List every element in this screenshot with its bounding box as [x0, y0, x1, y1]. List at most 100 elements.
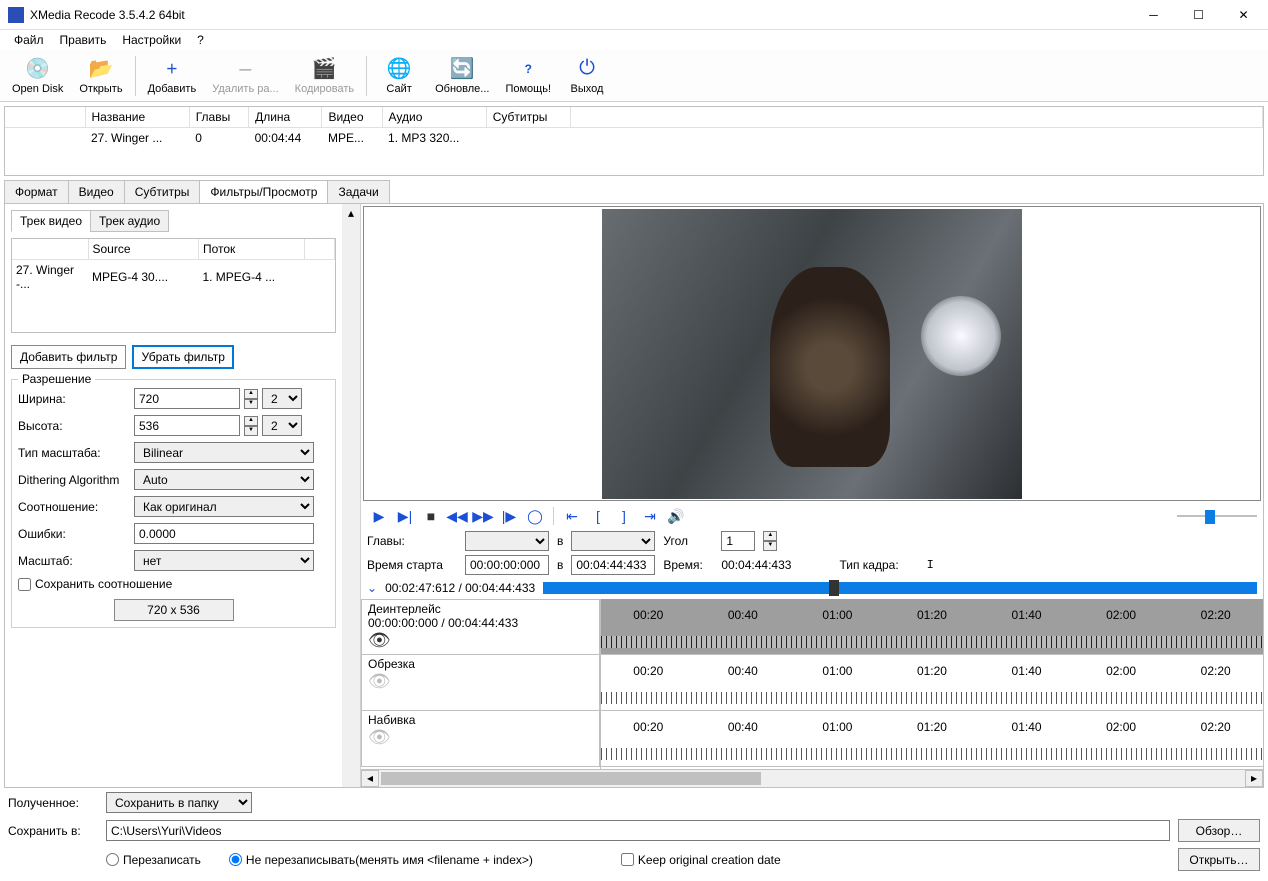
browse-button[interactable]: Обзор…	[1178, 819, 1260, 842]
video-preview[interactable]	[363, 206, 1261, 501]
close-button[interactable]: ✕	[1221, 0, 1266, 30]
keep-date-checkbox[interactable]: Keep original creation date	[621, 853, 781, 867]
timeline-lane-3[interactable]: 00:2000:4001:0001:2001:4002:0002:20	[601, 711, 1263, 767]
received-select[interactable]: Сохранить в папку	[106, 792, 252, 813]
maximize-button[interactable]: ☐	[1176, 0, 1221, 30]
rewind-button[interactable]: ◀◀	[445, 505, 469, 527]
start-input[interactable]	[465, 555, 549, 575]
dither-label: Dithering Algorithm	[18, 473, 130, 487]
left-scrollbar[interactable]: ▴	[342, 204, 360, 787]
add-filter-button[interactable]: Добавить фильтр	[11, 345, 126, 369]
position-bar[interactable]	[543, 582, 1257, 594]
height-input[interactable]	[134, 415, 240, 436]
width-step-select[interactable]: 2	[262, 388, 302, 409]
track-row[interactable]: 27. Winger -... MPEG-4 30.... 1. MPEG-4 …	[12, 260, 335, 295]
col-stream[interactable]: Поток	[198, 239, 304, 260]
position-marker[interactable]	[829, 580, 839, 596]
track-crop[interactable]: Обрезка 👁	[361, 655, 600, 711]
eye-off-icon[interactable]: 👁	[368, 727, 593, 748]
menu-edit[interactable]: Править	[54, 31, 113, 49]
track-list[interactable]: Source Поток 27. Winger -... MPEG-4 30..…	[11, 238, 336, 333]
exit-button[interactable]: ⏻ Выход	[559, 52, 615, 100]
tab-filters[interactable]: Фильтры/Просмотр	[199, 180, 328, 203]
height-spinner[interactable]: ▲▼	[244, 416, 258, 436]
open-folder-button[interactable]: Открыть…	[1178, 848, 1260, 871]
dither-select[interactable]: Auto	[134, 469, 314, 490]
chapter-to-select[interactable]	[571, 531, 655, 551]
step-button[interactable]: |▶	[497, 505, 521, 527]
tab-format[interactable]: Формат	[4, 180, 69, 203]
timeline-lane-2[interactable]: 00:2000:4001:0001:2001:4002:0002:20	[601, 655, 1263, 711]
update-button[interactable]: 🔄 Обновле...	[427, 52, 497, 100]
stop-button[interactable]: ■	[419, 505, 443, 527]
remove-filter-button[interactable]: Убрать фильтр	[132, 345, 233, 369]
add-button[interactable]: ＋ Добавить	[140, 52, 205, 100]
width-spinner[interactable]: ▲▼	[244, 389, 258, 409]
menu-file[interactable]: Файл	[8, 31, 50, 49]
eye-off-icon[interactable]: 👁	[368, 671, 593, 692]
mark-in-button[interactable]: ⇤	[560, 505, 584, 527]
file-list[interactable]: Название Главы Длина Видео Аудио Субтитр…	[4, 106, 1264, 176]
tab-video-track[interactable]: Трек видео	[11, 210, 91, 232]
menu-help[interactable]: ?	[191, 31, 210, 49]
file-row[interactable]: 27. Winger ... 0 00:04:44 MPE... 1. MP3 …	[5, 128, 1263, 149]
ratio-select[interactable]: Как оригинал	[134, 496, 314, 517]
menu-settings[interactable]: Настройки	[116, 31, 187, 49]
eye-icon[interactable]: 👁	[368, 630, 593, 651]
scaletype-select[interactable]: Bilinear	[134, 442, 314, 463]
scroll-right-icon[interactable]: ▸	[1245, 770, 1263, 787]
saveto-input[interactable]	[106, 820, 1170, 841]
scaletype-label: Тип масштаба:	[18, 446, 130, 460]
next-button[interactable]: ▶|	[393, 505, 417, 527]
col-audio[interactable]: Аудио	[382, 107, 486, 128]
chevron-down-icon[interactable]: ⌄	[367, 581, 377, 595]
dimensions-button[interactable]: 720 x 536	[114, 599, 234, 621]
volume-button[interactable]: 🔊	[664, 505, 688, 527]
disk-icon: 💿	[26, 57, 50, 81]
play-button[interactable]: ▶	[367, 505, 391, 527]
position-row: ⌄ 00:02:47:612 / 00:04:44:433	[361, 577, 1263, 599]
mark-out-button[interactable]: ⇥	[638, 505, 662, 527]
scroll-thumb[interactable]	[381, 772, 761, 785]
timeline-scrollbar[interactable]: ◂ ▸	[361, 769, 1263, 787]
tab-subs[interactable]: Субтитры	[124, 180, 201, 203]
bracket-close-button[interactable]: ]	[612, 505, 636, 527]
site-button[interactable]: 🌐 Сайт	[371, 52, 427, 100]
width-input[interactable]	[134, 388, 240, 409]
bracket-open-button[interactable]: [	[586, 505, 610, 527]
track-deinterlace[interactable]: Деинтерлейс 00:00:00:000 / 00:04:44:433 …	[361, 599, 600, 655]
col-source[interactable]: Source	[88, 239, 198, 260]
overwrite-radio[interactable]: Перезаписать	[106, 853, 201, 867]
tab-audio-track[interactable]: Трек аудио	[90, 210, 169, 232]
forward-button[interactable]: ▶▶	[471, 505, 495, 527]
window-title: XMedia Recode 3.5.4.2 64bit	[30, 8, 1131, 22]
dont-overwrite-radio[interactable]: Не перезаписывать(менять имя <filename +…	[229, 853, 533, 867]
scroll-left-icon[interactable]: ◂	[361, 770, 379, 787]
open-button[interactable]: 📂 Открыть	[71, 52, 130, 100]
minimize-button[interactable]: ─	[1131, 0, 1176, 30]
col-video[interactable]: Видео	[322, 107, 382, 128]
chapter-from-select[interactable]	[465, 531, 549, 551]
help-button[interactable]: ? Помощь!	[497, 52, 559, 100]
scale-select[interactable]: нет	[134, 550, 314, 571]
scroll-up-icon[interactable]: ▴	[348, 206, 354, 220]
timeline-ruler[interactable]: 00:2000:4001:0001:2001:4002:0002:20 00:2…	[601, 599, 1263, 769]
tab-video[interactable]: Видео	[68, 180, 125, 203]
col-chapters[interactable]: Главы	[189, 107, 248, 128]
angle-spinner[interactable]: ▲▼	[763, 531, 777, 551]
loop-button[interactable]: ◯	[523, 505, 547, 527]
height-step-select[interactable]: 2	[262, 415, 302, 436]
open-disk-button[interactable]: 💿 Open Disk	[4, 52, 71, 100]
col-length[interactable]: Длина	[249, 107, 322, 128]
keep-ratio-checkbox[interactable]: Сохранить соотношение	[18, 577, 329, 591]
errors-input[interactable]	[134, 523, 314, 544]
col-name[interactable]: Название	[85, 107, 189, 128]
track-padding[interactable]: Набивка 👁	[361, 711, 600, 767]
tab-tasks[interactable]: Задачи	[327, 180, 389, 203]
timeline-lane-1[interactable]: 00:2000:4001:0001:2001:4002:0002:20	[601, 599, 1263, 655]
volume-slider[interactable]	[1177, 507, 1257, 525]
end-input[interactable]	[571, 555, 655, 575]
right-panel: ▶ ▶| ■ ◀◀ ▶▶ |▶ ◯ ⇤ [ ] ⇥ 🔊 Главы: в Уго…	[361, 204, 1263, 787]
col-subs[interactable]: Субтитры	[486, 107, 571, 128]
angle-input[interactable]	[721, 531, 755, 551]
